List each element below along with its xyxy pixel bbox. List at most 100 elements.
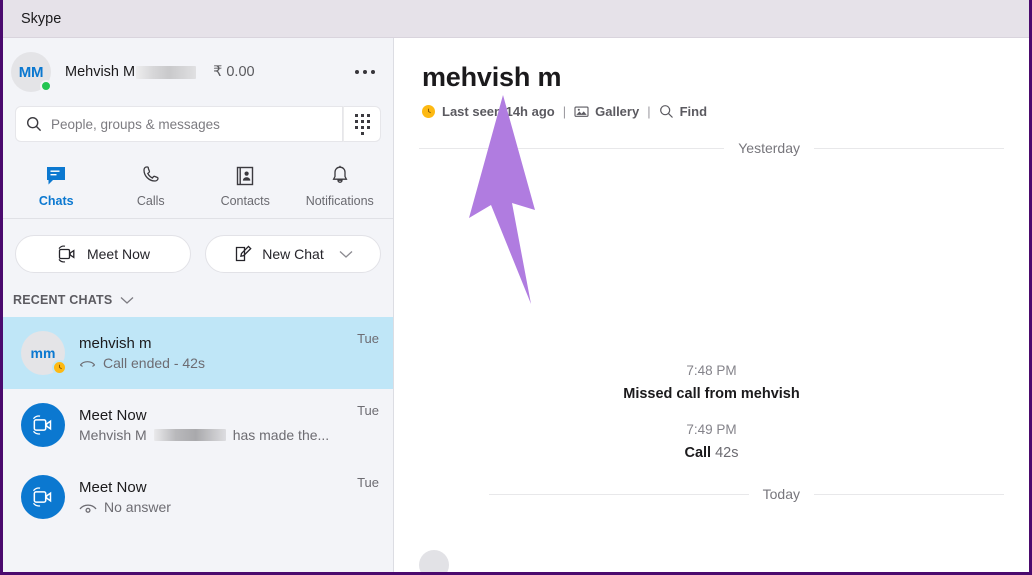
conversation-header: mehvish m Last seen 14h ago | Gallery | … [394,38,1029,119]
message-call[interactable]: 7:49 PM Call 42s [394,422,1029,461]
pad-dot [360,125,364,129]
contacts-icon [237,166,254,186]
profile-name: Mehvish M [65,64,197,80]
date-divider-today: Today [394,486,1029,502]
window-body: MM Mehvish M ₹ 0.00 People, groups & mes… [3,38,1029,572]
chat-item-preview-text: Call ended - 42s [103,355,205,371]
redacted-name-block [136,65,197,79]
search-placeholder: People, groups & messages [51,116,220,132]
tab-contacts[interactable]: Contacts [198,160,293,208]
gallery-label: Gallery [595,104,640,119]
chat-list-item-meet-now-2[interactable]: Meet Now No answer Tue [3,461,393,533]
chat-icon [47,167,66,185]
search-row: People, groups & messages [3,106,393,142]
dot-2 [363,70,367,74]
chat-item-preview: No answer [79,499,343,515]
search-input[interactable]: People, groups & messages [15,106,343,142]
message-text: Missed call from mehvish [623,386,800,402]
date-divider-label: Today [762,486,800,502]
avatar [21,475,65,519]
message-timestamp: 7:49 PM [686,422,737,437]
message-call-label: Call [684,445,712,461]
divider-line-left [489,493,749,495]
pad-dot [366,113,370,117]
away-clock-icon [52,360,67,375]
tab-calls-label: Calls [136,194,165,208]
chat-list-item-mehvish[interactable]: mm mehvish m Call ended - 42s Tue [3,317,393,389]
chat-item-time: Tue [357,475,379,490]
meta-separator: | [647,104,651,119]
message-partial-peek[interactable]: Mehvish M [419,550,524,572]
dot-3 [371,70,375,74]
chat-item-text: Meet Now Mehvish M has made the... [79,407,343,443]
profile-row[interactable]: MM Mehvish M ₹ 0.00 [3,38,393,106]
tab-calls[interactable]: Calls [104,160,199,208]
chat-item-text: Meet Now No answer [79,479,343,515]
recent-chats-header[interactable]: RECENT CHATS [3,287,393,317]
recent-chats-label: RECENT CHATS [13,293,113,307]
find-label: Find [679,104,708,119]
gallery-button[interactable]: Gallery [574,104,639,119]
chat-item-preview-prefix: Mehvish M [79,427,147,443]
tab-notifications-label: Notifications [305,194,374,208]
search-icon [659,105,673,118]
pad-dot [366,125,370,129]
call-ended-icon [79,360,96,367]
video-camera-icon [58,245,75,263]
meta-separator: | [562,104,567,119]
meet-now-label: Meet Now [86,246,151,262]
tab-notifications[interactable]: Notifications [293,160,388,208]
dialpad-button[interactable] [343,106,381,142]
chat-list-item-meet-now-1[interactable]: Meet Now Mehvish M has made the... Tue [3,389,393,461]
message-text: Call 42s [394,445,1029,461]
chat-item-preview-text: No answer [104,499,171,515]
chat-item-preview-suffix: has made the... [232,427,330,443]
avatar[interactable]: MM [11,52,52,92]
chat-item-time: Tue [357,403,379,418]
chat-list[interactable]: mm mehvish m Call ended - 42s Tue Meet N… [3,317,393,572]
conversation-title: mehvish m [422,62,562,92]
new-chat-label: New Chat [262,246,324,262]
profile-name-text: Mehvish M [65,64,136,80]
avatar [21,403,65,447]
dialpad-icon [354,113,370,135]
divider-line-right [814,147,1004,149]
pad-dot [360,119,364,123]
chat-item-time: Tue [357,331,379,346]
account-balance: ₹ 0.00 [213,64,255,80]
search-icon [26,116,42,132]
pad-dot [354,113,358,117]
find-button[interactable]: Find [659,104,707,119]
title-bar: Skype [3,0,1029,38]
sidebar-actions: Meet Now New Chat [3,219,393,287]
divider-line-left [419,147,725,149]
more-options-button[interactable] [351,62,379,82]
presence-online-icon [40,80,52,92]
tab-chats[interactable]: Chats [9,160,104,208]
pad-dot [354,125,358,129]
chat-item-name: mehvish m [79,335,152,352]
date-divider-label: Yesterday [738,140,800,156]
bell-icon [332,165,348,183]
app-title: Skype [21,10,62,27]
tab-chats-label: Chats [38,194,74,208]
date-divider-yesterday: Yesterday [394,140,1029,156]
message-missed-call[interactable]: 7:48 PM Missed call from mehvish [394,363,1029,402]
away-clock-icon [422,105,435,118]
new-chat-button[interactable]: New Chat [205,235,381,273]
avatar: mm [21,331,67,375]
chat-item-preview: Call ended - 42s [79,355,343,371]
tab-contacts-label: Contacts [220,194,270,208]
message-area[interactable]: Yesterday 7:48 PM Missed call from mehvi… [394,119,1029,572]
meet-now-button[interactable]: Meet Now [15,235,191,273]
chevron-down-icon[interactable] [339,250,353,259]
message-call-duration: 42s [715,445,739,461]
dot-1 [355,70,359,74]
conversation-meta: Last seen 14h ago | Gallery | Find [422,104,1029,119]
last-seen-text: Last seen 14h ago [442,104,555,119]
conversation-pane: mehvish m Last seen 14h ago | Gallery | … [394,38,1029,572]
chat-item-text: mehvish m Call ended - 42s [79,335,343,371]
pad-dot-zero [360,131,364,135]
chevron-down-icon[interactable] [120,296,134,305]
meet-now-avatar-icon [21,403,65,447]
